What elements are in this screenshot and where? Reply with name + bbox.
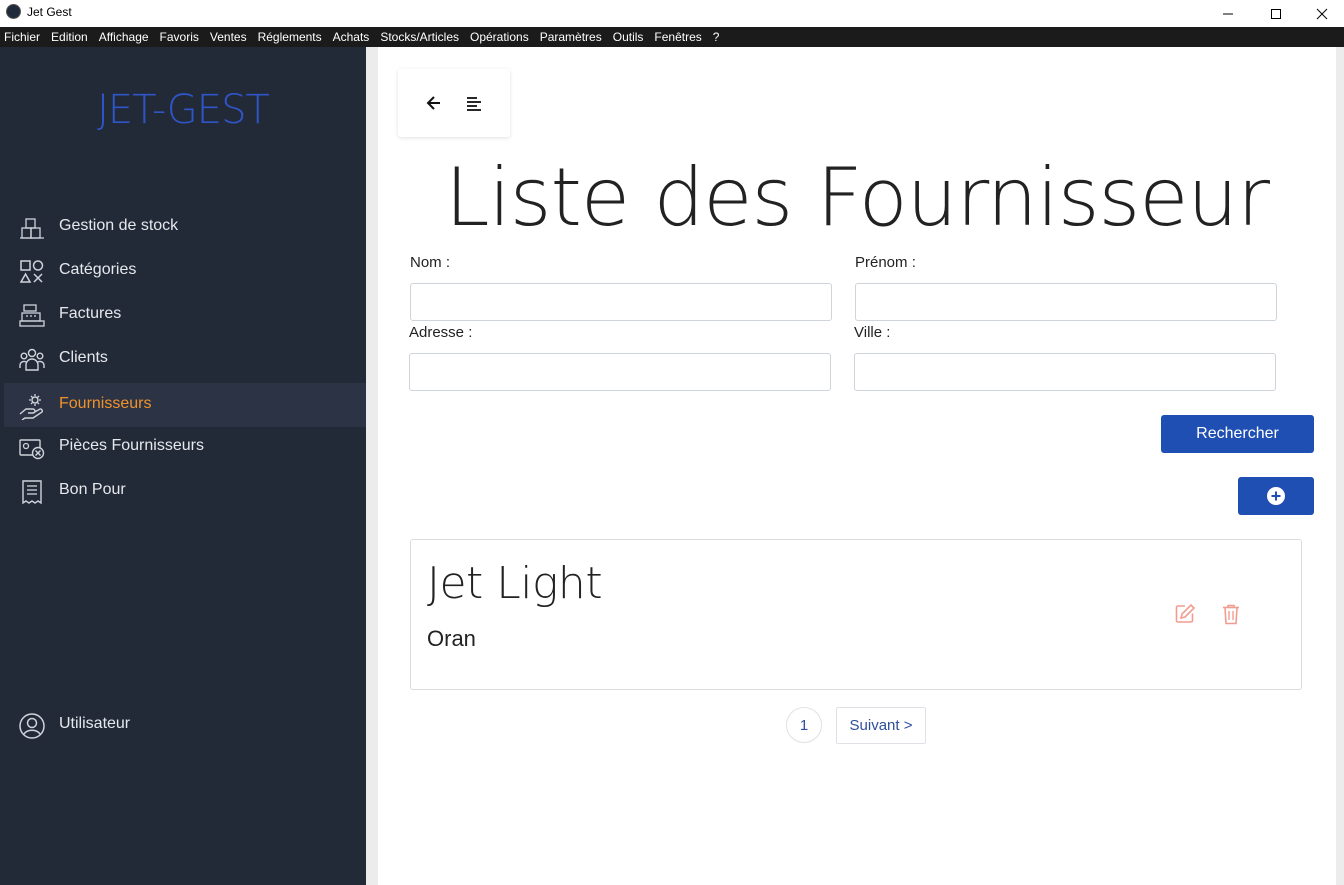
sidebar: JET-GEST Gestion de stock Catégories Fac… xyxy=(0,47,366,885)
adresse-label: Adresse : xyxy=(409,324,473,341)
users-icon xyxy=(19,348,45,371)
toolbar xyxy=(398,69,510,137)
document-cancel-icon xyxy=(19,439,45,460)
page-number-1[interactable]: 1 xyxy=(786,707,822,743)
page-title: Liste des Fournisseur xyxy=(445,151,1270,244)
menu-fichier[interactable]: Fichier xyxy=(0,27,45,47)
boxes-icon xyxy=(20,218,44,239)
edit-supplier-button[interactable] xyxy=(1173,602,1197,626)
nom-label: Nom : xyxy=(410,254,451,271)
align-left-icon xyxy=(467,97,481,111)
plus-circle-icon xyxy=(1267,487,1285,505)
sidebar-item-label: Bon Pour xyxy=(59,481,126,498)
cash-register-icon xyxy=(19,304,45,327)
sidebar-item-clients[interactable]: Clients xyxy=(4,337,366,381)
sidebar-item-factures[interactable]: Factures xyxy=(4,293,366,337)
minimize-button[interactable] xyxy=(1205,0,1251,27)
prenom-label: Prénom : xyxy=(855,254,916,271)
menu-help[interactable]: ? xyxy=(708,27,725,47)
window-title: Jet Gest xyxy=(27,5,72,19)
menu-outils[interactable]: Outils xyxy=(608,27,649,47)
sidebar-item-bon-pour[interactable]: Bon Pour xyxy=(4,469,366,513)
menu-toggle-button[interactable] xyxy=(462,91,486,115)
menu-achats[interactable]: Achats xyxy=(328,27,375,47)
sidebar-item-label: Catégories xyxy=(59,261,137,278)
next-page-button[interactable]: Suivant > xyxy=(836,707,926,744)
maximize-button[interactable] xyxy=(1253,0,1299,27)
window-titlebar: Jet Gest xyxy=(0,0,1344,27)
sidebar-item-label: Factures xyxy=(59,305,122,322)
sidebar-item-gestion-de-stock[interactable]: Gestion de stock xyxy=(4,205,366,249)
menu-stocks-articles[interactable]: Stocks/Articles xyxy=(375,27,464,47)
menu-ventes[interactable]: Ventes xyxy=(205,27,252,47)
edit-icon xyxy=(1175,603,1196,623)
arrow-left-icon xyxy=(426,96,440,110)
brand-logo[interactable]: JET-GEST xyxy=(0,87,366,133)
supplier-card: Jet Light Oran xyxy=(410,539,1302,690)
menu-edition[interactable]: Edition xyxy=(46,27,93,47)
close-button[interactable] xyxy=(1299,0,1344,27)
menu-parametres[interactable]: Paramètres xyxy=(535,27,607,47)
ville-label: Ville : xyxy=(854,324,891,341)
vertical-scrollbar[interactable] xyxy=(1336,47,1344,885)
content-left-gutter xyxy=(366,47,378,885)
menu-fenetres[interactable]: Fenêtres xyxy=(649,27,706,47)
menu-affichage[interactable]: Affichage xyxy=(94,27,154,47)
sidebar-item-label: Utilisateur xyxy=(59,715,131,732)
minimize-icon xyxy=(1223,13,1233,14)
search-button[interactable]: Rechercher xyxy=(1161,415,1314,453)
receipt-icon xyxy=(22,480,42,505)
close-icon xyxy=(1316,8,1328,19)
menu-operations[interactable]: Opérations xyxy=(465,27,534,47)
prenom-input[interactable] xyxy=(855,283,1277,321)
sidebar-item-label: Pièces Fournisseurs xyxy=(59,437,204,454)
trash-icon xyxy=(1223,604,1239,625)
delete-supplier-button[interactable] xyxy=(1219,602,1243,626)
nom-input[interactable] xyxy=(410,283,832,321)
menu-reglements[interactable]: Réglements xyxy=(253,27,327,47)
sidebar-item-fournisseurs[interactable]: Fournisseurs xyxy=(4,383,366,427)
categories-icon xyxy=(19,260,44,283)
adresse-input[interactable] xyxy=(409,353,831,391)
sidebar-item-utilisateur[interactable]: Utilisateur xyxy=(4,703,366,747)
menu-favoris[interactable]: Favoris xyxy=(155,27,204,47)
maximize-icon xyxy=(1271,8,1281,19)
user-circle-icon xyxy=(19,713,45,739)
supplier-hand-icon xyxy=(19,394,43,420)
add-supplier-button[interactable] xyxy=(1238,477,1314,515)
sidebar-item-pieces-fournisseurs[interactable]: Pièces Fournisseurs xyxy=(4,425,366,469)
sidebar-item-label: Gestion de stock xyxy=(59,217,179,234)
supplier-city: Oran xyxy=(427,626,476,651)
back-button[interactable] xyxy=(422,91,446,115)
supplier-name: Jet Light xyxy=(427,558,603,609)
sidebar-item-label: Clients xyxy=(59,349,108,366)
main-content: Liste des Fournisseur Nom : Prénom : Adr… xyxy=(378,47,1336,885)
menu-bar: Fichier Edition Affichage Favoris Ventes… xyxy=(0,27,1344,47)
ville-input[interactable] xyxy=(854,353,1276,391)
sidebar-item-label: Fournisseurs xyxy=(59,395,152,412)
app-logo-icon xyxy=(6,4,21,19)
sidebar-item-categories[interactable]: Catégories xyxy=(4,249,366,293)
